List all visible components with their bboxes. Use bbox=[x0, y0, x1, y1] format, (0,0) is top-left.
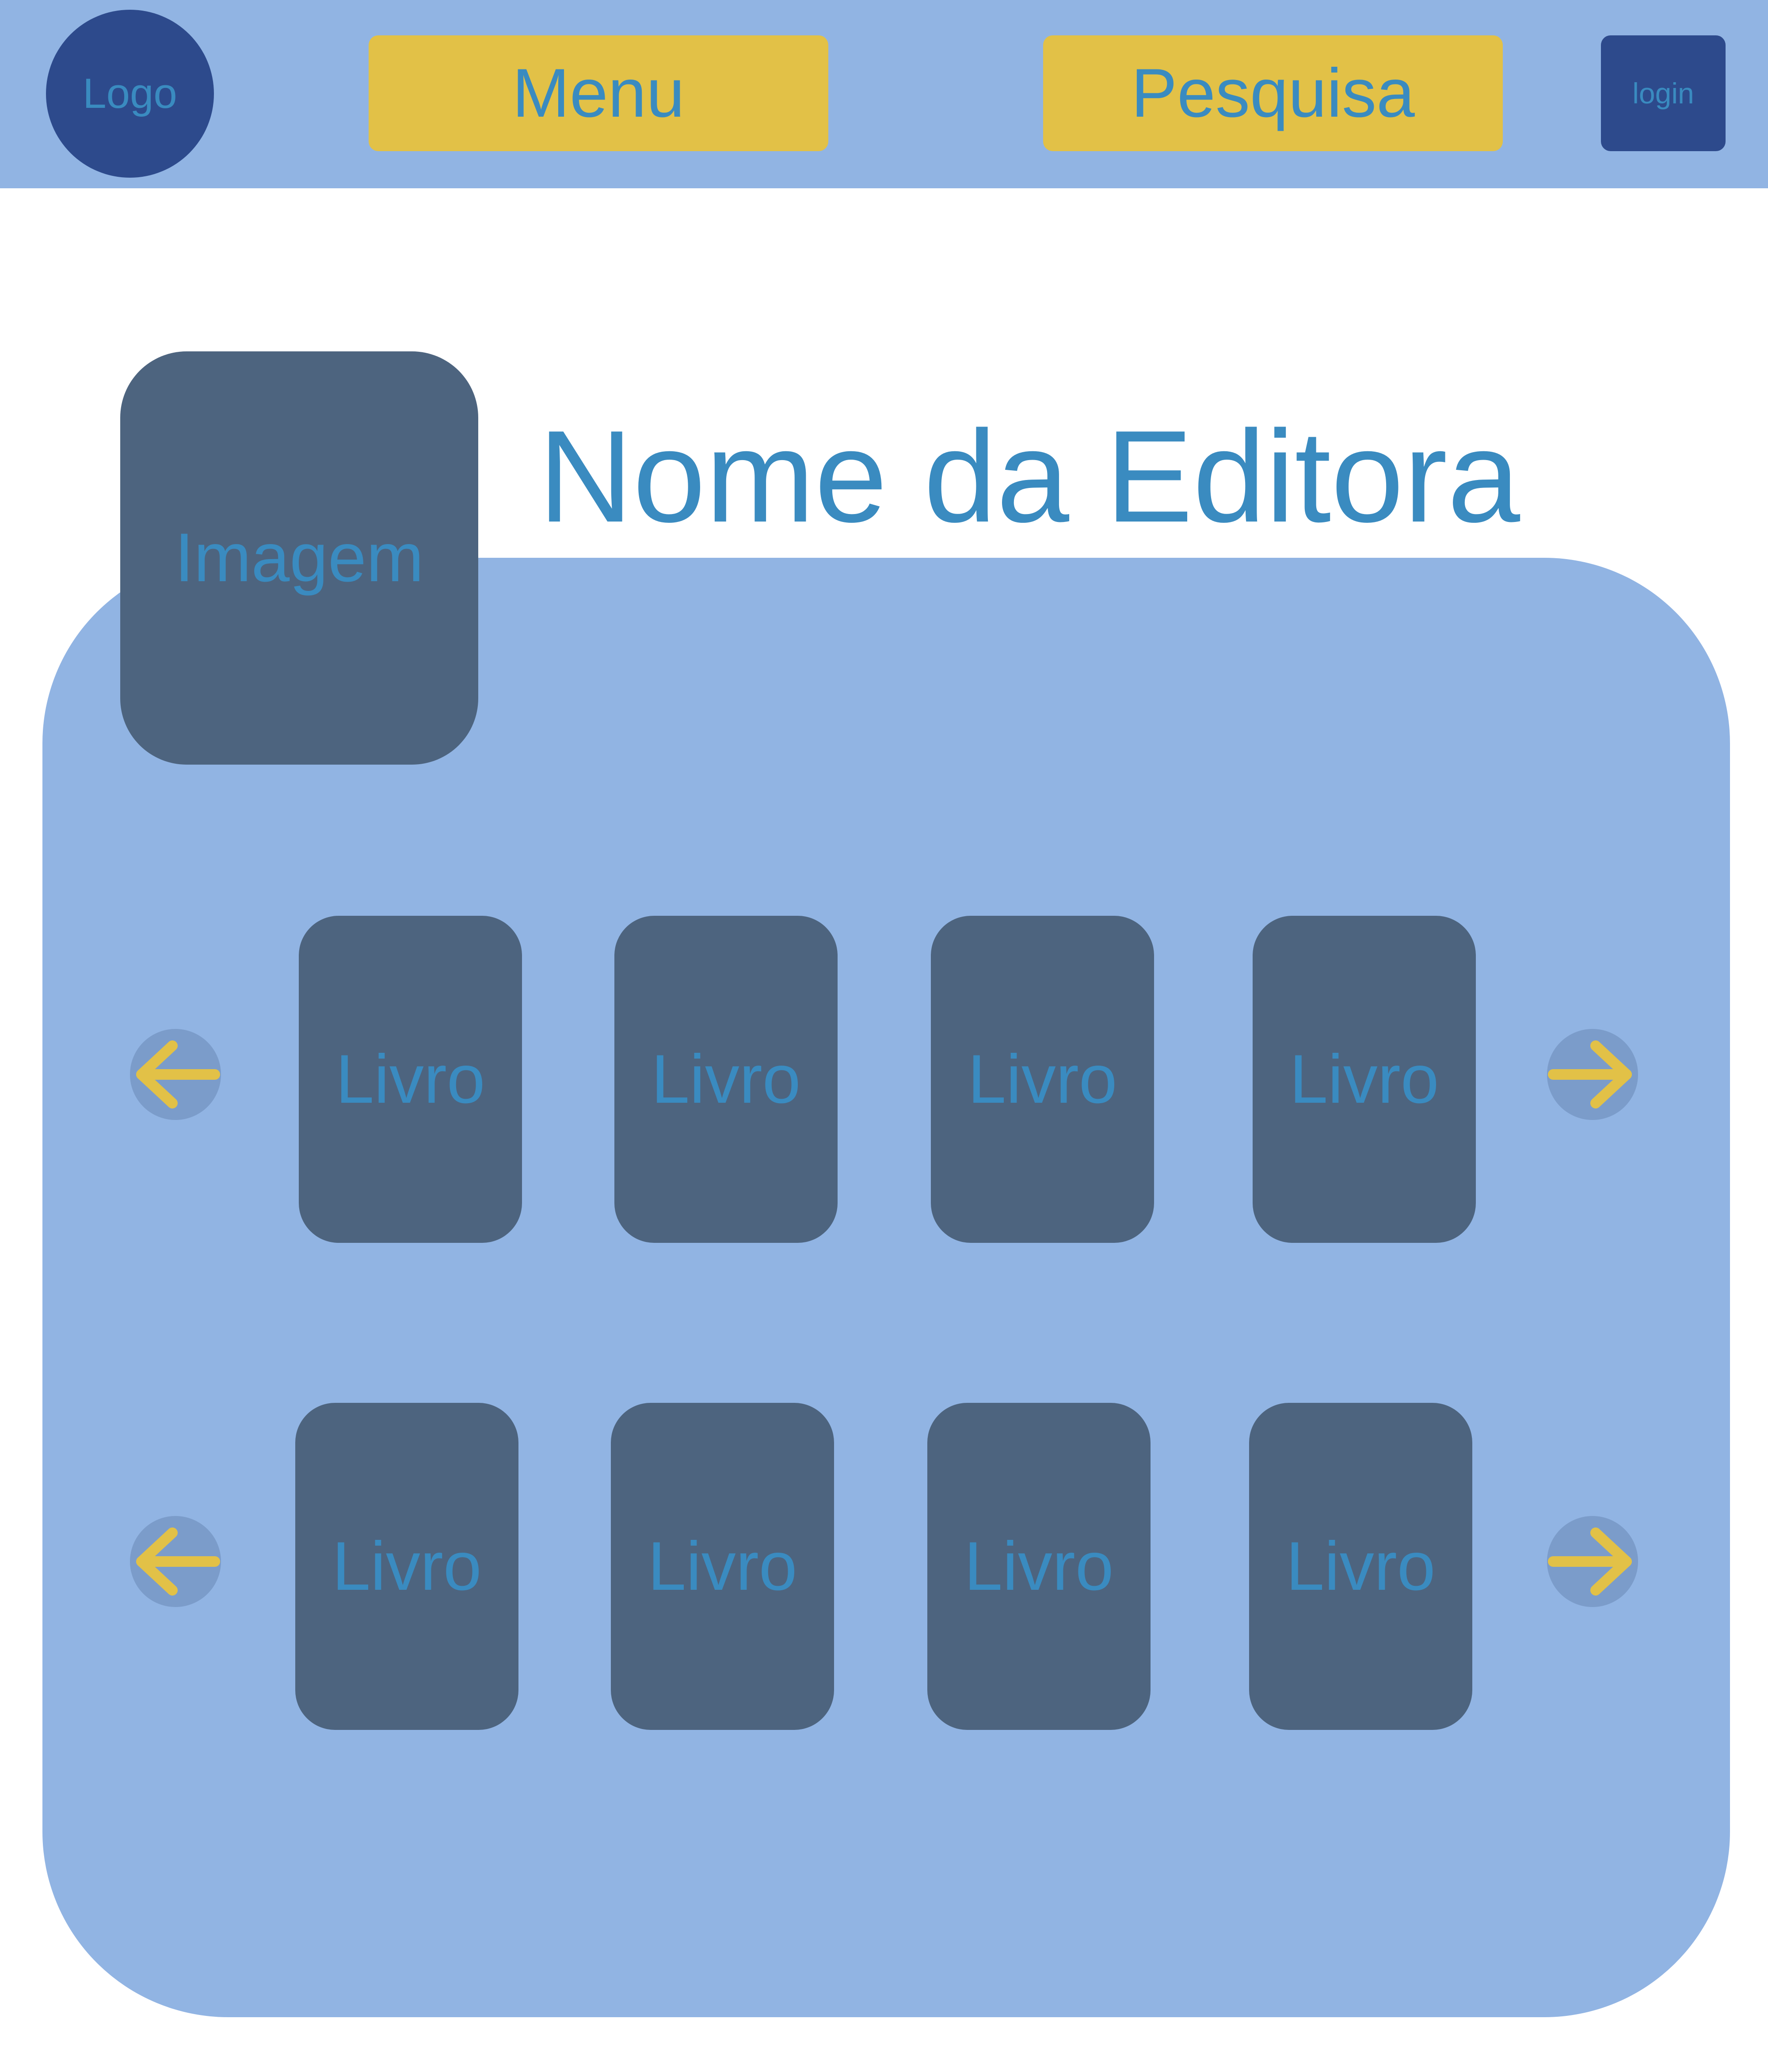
menu-button[interactable]: Menu bbox=[369, 35, 828, 151]
carousel-2-prev-button[interactable] bbox=[130, 1516, 221, 1607]
book-label: Livro bbox=[968, 1040, 1117, 1118]
login-button-label: login bbox=[1632, 77, 1694, 110]
menu-button-label: Menu bbox=[512, 54, 685, 132]
book-label: Livro bbox=[332, 1527, 482, 1605]
book-label: Livro bbox=[1286, 1527, 1436, 1605]
book-label: Livro bbox=[651, 1040, 801, 1118]
login-button[interactable]: login bbox=[1601, 35, 1726, 151]
arrow-left-icon bbox=[136, 1527, 220, 1596]
carousel-2-book-1[interactable]: Livro bbox=[295, 1403, 518, 1730]
header-bar: Logo Menu Pesquisa login bbox=[0, 0, 1768, 188]
carousel-2-book-2[interactable]: Livro bbox=[611, 1403, 834, 1730]
arrow-right-icon bbox=[1548, 1527, 1632, 1596]
carousel-1-book-3[interactable]: Livro bbox=[931, 916, 1154, 1243]
book-label: Livro bbox=[964, 1527, 1114, 1605]
carousel-1-book-2[interactable]: Livro bbox=[614, 916, 838, 1243]
carousel-1-book-4[interactable]: Livro bbox=[1253, 916, 1476, 1243]
carousel-1-prev-button[interactable] bbox=[130, 1029, 221, 1120]
carousel-2-next-button[interactable] bbox=[1547, 1516, 1638, 1607]
publisher-image: Imagem bbox=[120, 351, 478, 765]
arrow-left-icon bbox=[136, 1040, 220, 1108]
carousel-1-next-button[interactable] bbox=[1547, 1029, 1638, 1120]
page: Logo Menu Pesquisa login Nome da Editora… bbox=[0, 0, 1768, 2072]
carousel-1-book-1[interactable]: Livro bbox=[299, 916, 522, 1243]
book-label: Livro bbox=[1289, 1040, 1439, 1118]
book-label: Livro bbox=[335, 1040, 485, 1118]
publisher-name: Nome da Editora bbox=[538, 403, 1520, 549]
book-label: Livro bbox=[648, 1527, 797, 1605]
publisher-image-label: Imagem bbox=[175, 519, 424, 596]
logo[interactable]: Logo bbox=[46, 10, 214, 178]
logo-label: Logo bbox=[83, 70, 177, 117]
carousel-2-book-3[interactable]: Livro bbox=[927, 1403, 1151, 1730]
books-panel bbox=[42, 558, 1730, 2017]
carousel-2-book-4[interactable]: Livro bbox=[1249, 1403, 1472, 1730]
search-button[interactable]: Pesquisa bbox=[1043, 35, 1503, 151]
search-button-label: Pesquisa bbox=[1131, 54, 1415, 132]
arrow-right-icon bbox=[1548, 1040, 1632, 1108]
